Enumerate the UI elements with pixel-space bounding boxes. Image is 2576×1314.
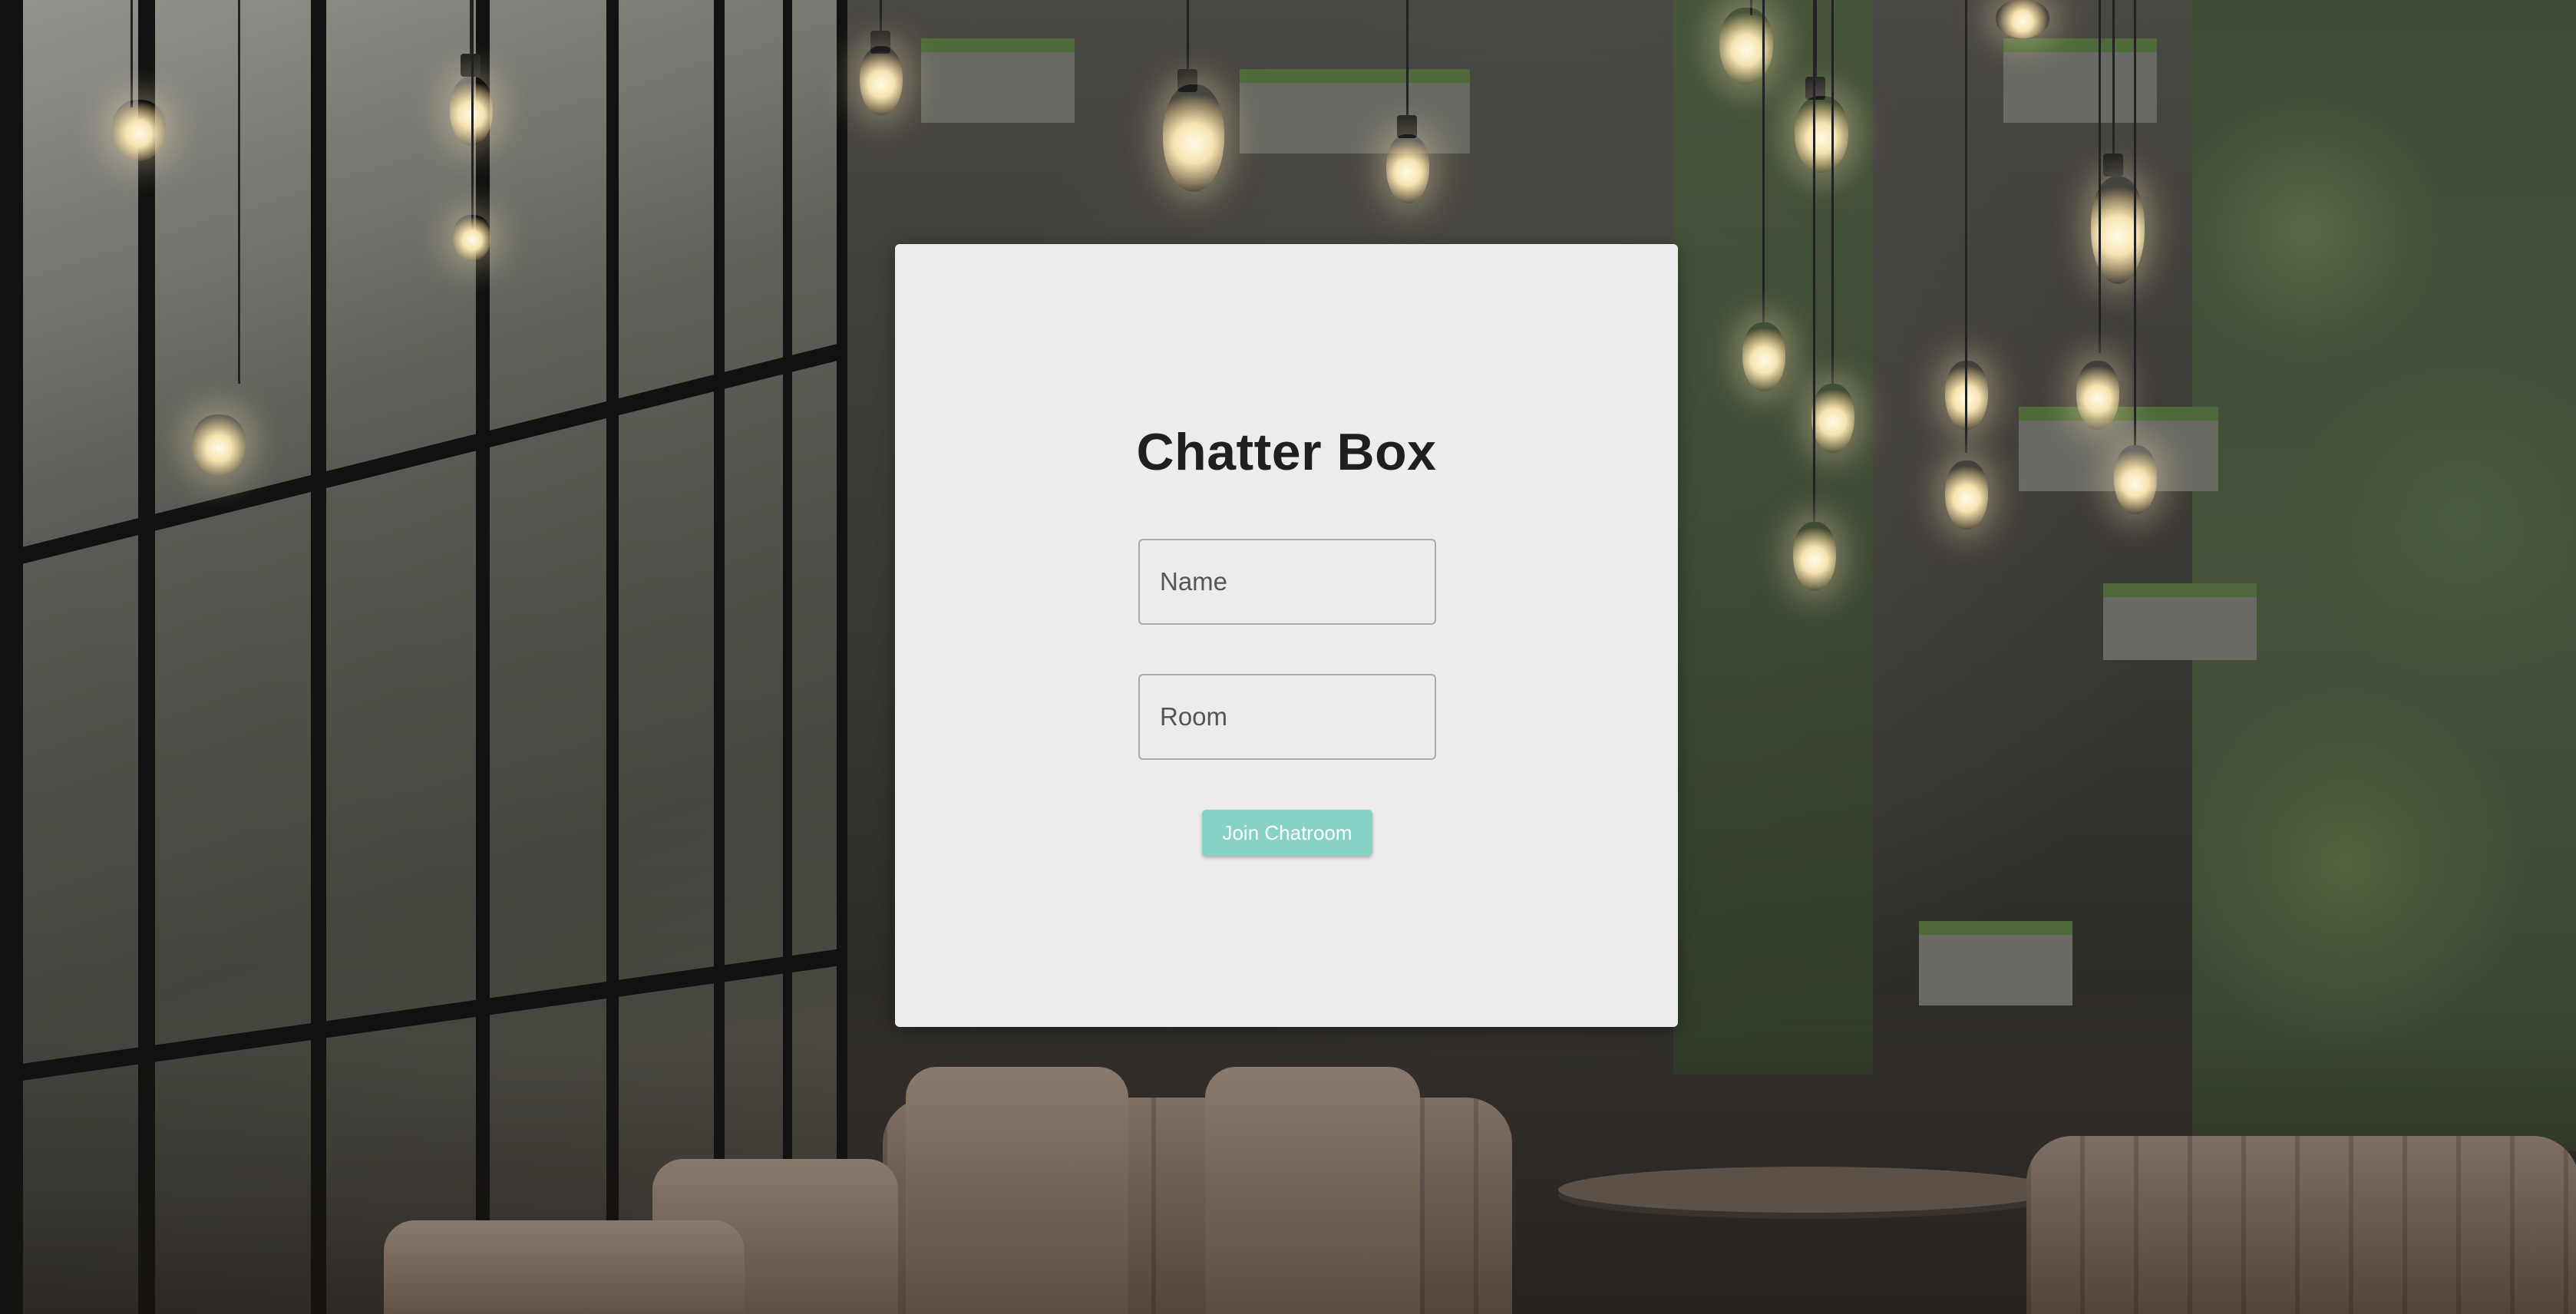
lamp-wire xyxy=(1813,0,1815,522)
lamp-icon xyxy=(1811,384,1854,453)
lamp-icon xyxy=(1742,322,1785,391)
lamp-wire xyxy=(2134,0,2136,445)
lamp-wire xyxy=(1406,0,1409,130)
lamp-icon xyxy=(860,46,903,115)
name-input[interactable] xyxy=(1138,539,1436,625)
cafe-table xyxy=(1558,1167,2057,1213)
lamp-wire xyxy=(471,0,474,230)
sofa xyxy=(2026,1136,2576,1314)
armchair xyxy=(906,1067,1128,1314)
wall-planter xyxy=(1240,69,1470,154)
vine-wall xyxy=(1673,0,1873,1075)
lamp-icon xyxy=(2076,361,2119,430)
lamp-wire xyxy=(130,0,133,107)
page-title: Chatter Box xyxy=(1136,423,1437,481)
lamp-icon xyxy=(2103,154,2123,177)
lamp-icon xyxy=(461,54,481,77)
lamp-wire xyxy=(2112,0,2115,161)
lamp-icon xyxy=(1386,134,1429,203)
lamp-icon xyxy=(112,100,166,161)
lamp-wire xyxy=(238,0,240,384)
lamp-icon xyxy=(1793,522,1836,591)
lamp-icon xyxy=(1719,8,1773,84)
lamp-icon xyxy=(453,215,491,261)
lamp-wire xyxy=(1831,0,1834,384)
lamp-wire xyxy=(2099,0,2101,353)
lamp-icon xyxy=(1163,84,1224,192)
wall-planter xyxy=(2103,583,2257,660)
lamp-icon xyxy=(1945,461,1988,530)
join-chatroom-button[interactable]: Join Chatroom xyxy=(1202,810,1372,856)
room-input[interactable] xyxy=(1138,674,1436,760)
lamp-icon xyxy=(1996,0,2049,38)
armchair xyxy=(384,1220,745,1314)
wall-planter xyxy=(921,38,1075,123)
lamp-icon xyxy=(192,414,246,476)
lamp-wire xyxy=(1965,0,1967,453)
join-card: Chatter Box Join Chatroom xyxy=(895,244,1678,1027)
lamp-icon xyxy=(1795,96,1848,173)
wall-planter xyxy=(1919,921,2072,1005)
vine-wall xyxy=(2192,0,2576,1151)
lamp-icon xyxy=(2114,445,2157,514)
armchair xyxy=(1205,1067,1420,1314)
lamp-wire xyxy=(1762,0,1765,322)
